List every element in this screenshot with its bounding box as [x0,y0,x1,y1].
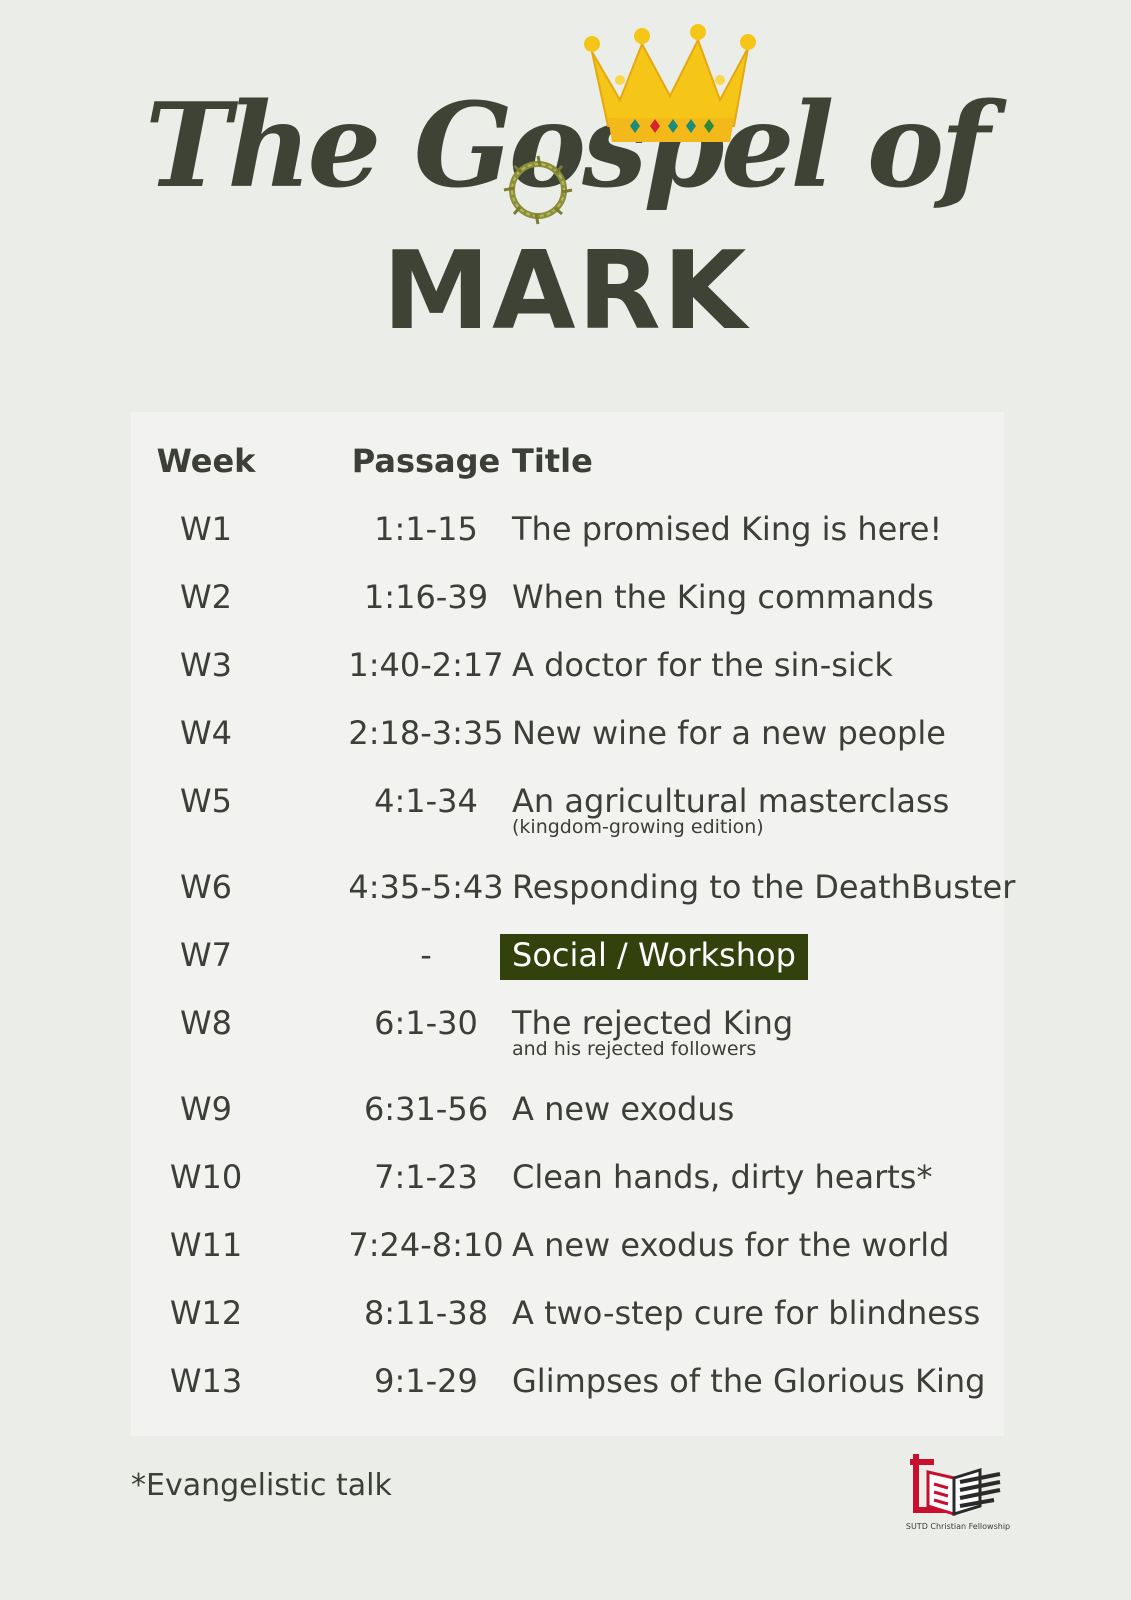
title-cell: Clean hands, dirty hearts* [512,1158,933,1196]
week-cell: W12 [169,1294,243,1332]
week-cell: W10 [169,1158,243,1196]
title-subtitle: and his rejected followers [512,1038,757,1060]
table-row: W1 1:1-15 The promised King is here! [131,500,1004,560]
passage-cell: 4:1-34 [374,782,478,820]
title-cell: Social / Workshop [500,934,808,980]
passage-cell: 7:24-8:10 [348,1226,504,1264]
title-main: MARK [382,229,749,354]
title-text: An agricultural masterclass [512,782,950,820]
week-cell: W1 [180,510,232,548]
table-row: W2 1:16-39 When the King commands [131,568,1004,628]
passage-cell: 1:1-15 [374,510,478,548]
title-subtitle: (kingdom-growing edition) [512,816,764,838]
title-cell: The promised King is here! [512,510,943,548]
passage-cell: 9:1-29 [374,1362,478,1400]
table-row: W13 9:1-29 Glimpses of the Glorious King [131,1352,1004,1412]
table-row: W11 7:24-8:10 A new exodus for the world [131,1216,1004,1276]
title-text: The rejected King [512,1004,794,1042]
table-header-row: Week Passage Title [131,432,1004,492]
title-cell: The rejected King and his rejected follo… [512,1004,793,1059]
title-area: The Gospel of MARK [0,0,1131,380]
title-cell: An agricultural masterclass (kingdom-gro… [512,782,949,837]
column-header-title: Title [512,442,593,480]
title-cell: Glimpses of the Glorious King [512,1362,986,1400]
column-header-week: Week [156,442,256,480]
week-cell: W2 [180,578,232,616]
passage-cell: 8:11-38 [363,1294,489,1332]
highlighted-title: Social / Workshop [500,934,808,980]
week-cell: W13 [169,1362,243,1400]
week-cell: W9 [180,1090,232,1128]
week-cell: W4 [180,714,232,752]
table-row: W8 6:1-30 The rejected King and his reje… [131,994,1004,1059]
table-row: W10 7:1-23 Clean hands, dirty hearts* [131,1148,1004,1208]
week-cell: W5 [180,782,232,820]
footnote: *Evangelistic talk [131,1468,392,1503]
title-cell: A new exodus for the world [512,1226,950,1264]
table-row: W5 4:1-34 An agricultural masterclass (k… [131,772,1004,837]
logo-caption: SUTD Christian Fellowship [905,1522,1011,1531]
passage-cell: 2:18-3:35 [348,714,504,752]
title-cell: New wine for a new people [512,714,946,752]
schedule-table: Week Passage Title W1 1:1-15 The promise… [131,412,1015,1436]
week-cell: W6 [180,868,232,906]
passage-cell: 4:35-5:43 [348,868,504,906]
title-cell: Responding to the DeathBuster [512,868,1016,906]
table-row: W7 - Social / Workshop [131,926,1004,986]
table-row: W6 4:35-5:43 Responding to the DeathBust… [131,858,1015,918]
table-row: W9 6:31-56 A new exodus [131,1080,1004,1140]
week-cell: W3 [180,646,232,684]
table-row: W12 8:11-38 A two-step cure for blindnes… [131,1284,1004,1344]
passage-cell: 6:1-30 [374,1004,478,1042]
crown-icon [584,24,756,142]
passage-cell: 1:16-39 [363,578,489,616]
crown-of-thorns-icon [503,155,573,225]
passage-cell: 6:31-56 [363,1090,489,1128]
title-cell: When the King commands [512,578,934,616]
title-cell: A two-step cure for blindness [512,1294,981,1332]
column-header-passage: Passage [351,442,501,480]
open-book-cross-logo [910,1454,1001,1517]
passage-cell: - [420,936,432,974]
table-row: W4 2:18-3:35 New wine for a new people [131,704,1004,764]
week-cell: W11 [169,1226,243,1264]
week-cell: W7 [180,936,232,974]
week-cell: W8 [180,1004,232,1042]
title-cell: A new exodus [512,1090,735,1128]
title-cell: A doctor for the sin-sick [512,646,893,684]
table-row: W3 1:40-2:17 A doctor for the sin-sick [131,636,1004,696]
passage-cell: 7:1-23 [374,1158,478,1196]
passage-cell: 1:40-2:17 [348,646,504,684]
